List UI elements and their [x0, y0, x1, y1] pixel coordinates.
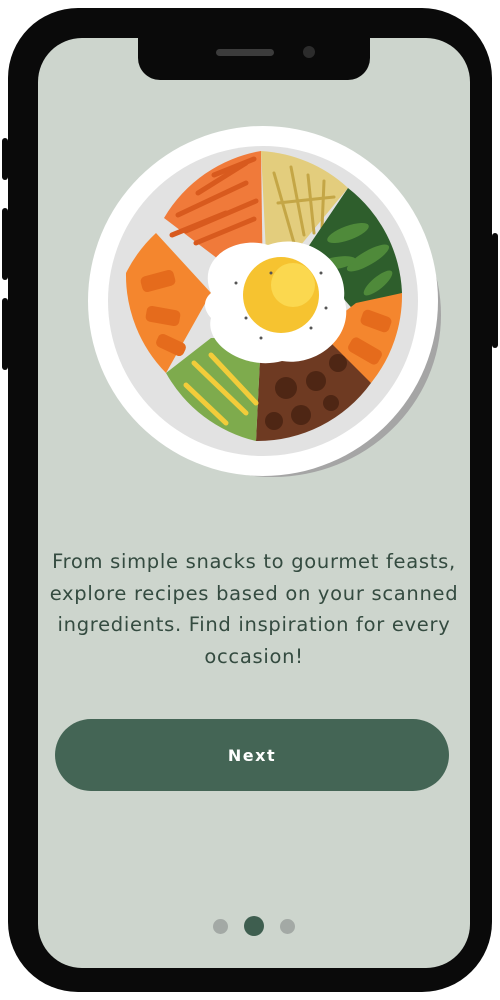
page-dot[interactable] [280, 918, 295, 934]
fried-egg [204, 241, 347, 364]
onboarding-description: From simple snacks to gourmet feasts, ex… [49, 550, 459, 668]
phone-side-button [2, 138, 8, 180]
phone-frame: From simple snacks to gourmet feasts, ex… [2, 8, 498, 992]
speaker-grille [216, 49, 274, 56]
bibimbap-bowl-illustration [88, 126, 441, 477]
page-indicator [38, 915, 470, 937]
phone-side-button [2, 208, 8, 280]
phone-notch [138, 38, 370, 80]
front-camera [303, 46, 315, 58]
app-screen: From simple snacks to gourmet feasts, ex… [38, 38, 470, 968]
page-dot[interactable] [213, 918, 228, 934]
phone-side-button [2, 298, 8, 370]
phone-side-button [492, 233, 498, 348]
page-dot-active[interactable] [244, 916, 264, 936]
next-button[interactable]: Next [55, 719, 449, 791]
